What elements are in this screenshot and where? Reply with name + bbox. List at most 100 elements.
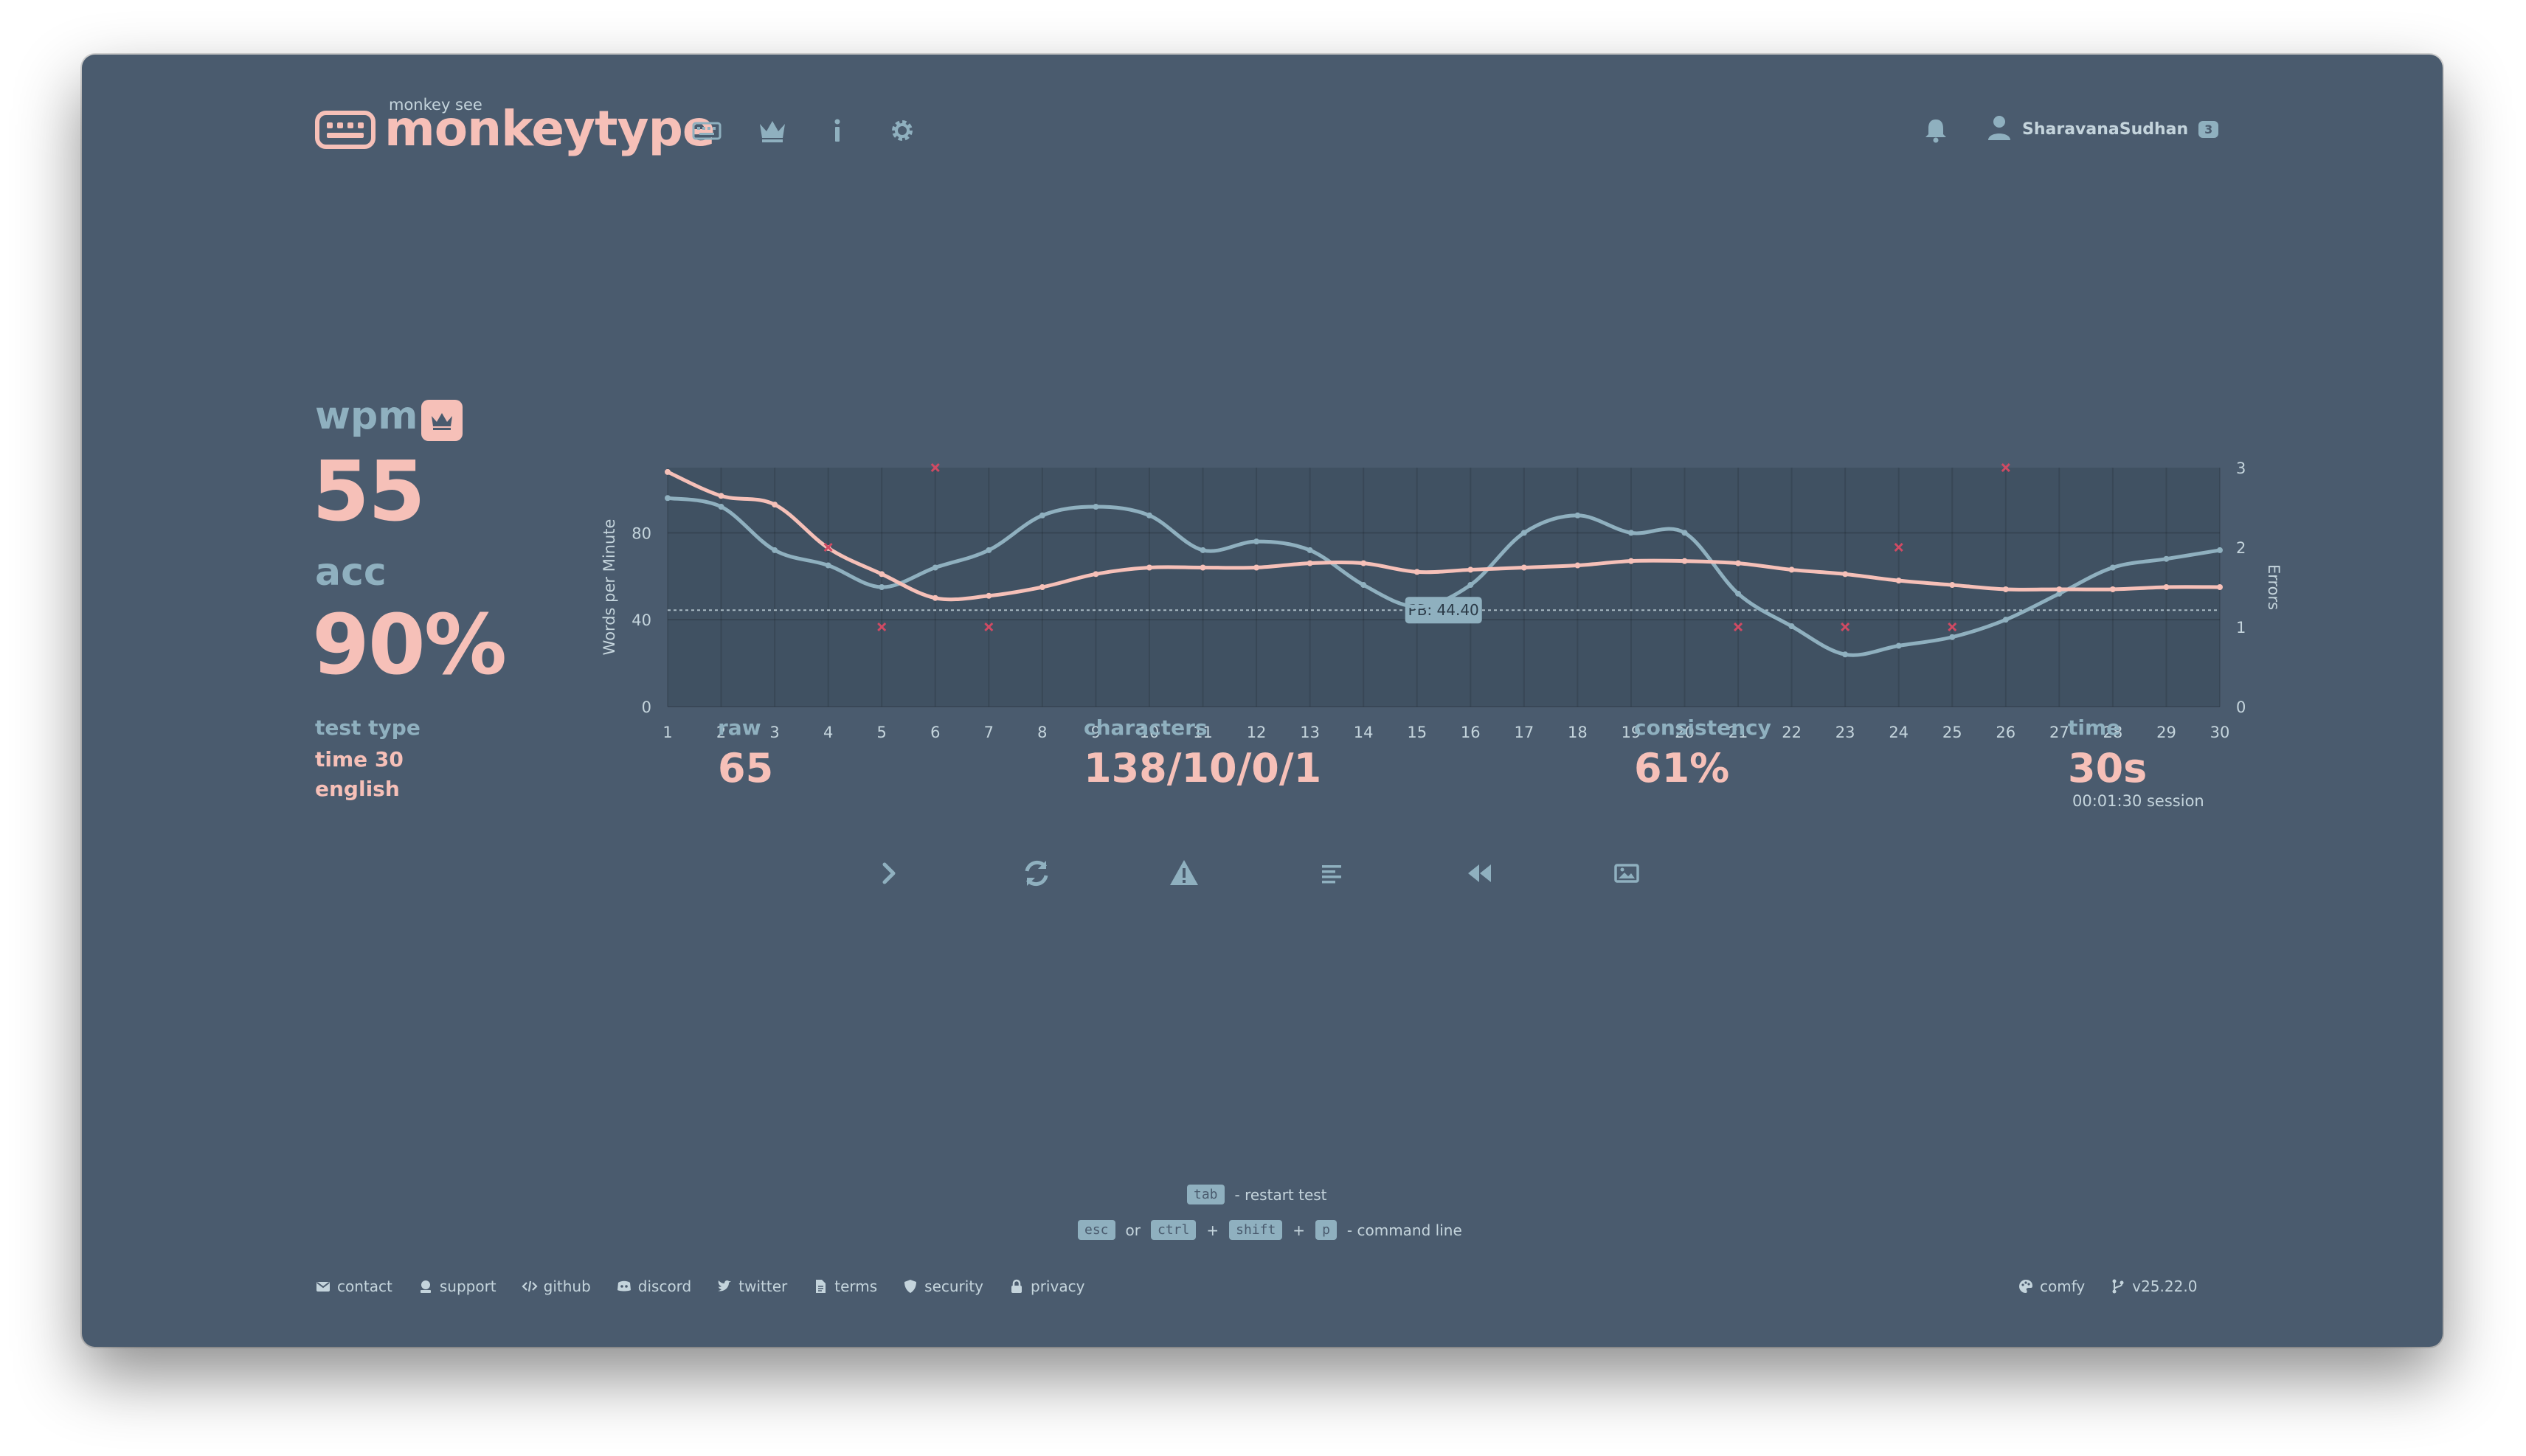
- version-button[interactable]: v25.22.0: [2110, 1278, 2197, 1295]
- series-point: [2002, 586, 2009, 592]
- series-point: [772, 547, 778, 553]
- tab-key: tab: [1187, 1185, 1225, 1204]
- series-point: [2163, 555, 2170, 562]
- logo-title[interactable]: monkeytype: [384, 100, 716, 157]
- series-point: [986, 592, 992, 599]
- footer-discord-link[interactable]: discord: [616, 1278, 691, 1295]
- footer-contact-label: contact: [337, 1278, 392, 1295]
- or-text: or: [1125, 1221, 1141, 1239]
- shift-key: shift: [1229, 1220, 1283, 1240]
- level-badge: 3: [2198, 120, 2219, 138]
- x-tick-label: 15: [1407, 724, 1427, 741]
- raw-value: 65: [718, 745, 774, 791]
- series-point: [2056, 586, 2063, 592]
- notifications-bell-icon[interactable]: [1919, 114, 1953, 148]
- screenshot-icon[interactable]: [1605, 851, 1649, 895]
- series-point: [986, 547, 992, 553]
- series-point: [1520, 530, 1527, 536]
- series-point: [1681, 558, 1688, 564]
- series-point: [718, 493, 724, 499]
- series-point: [1146, 564, 1152, 571]
- replay-icon[interactable]: [1457, 851, 1501, 895]
- y-tick-label: 80: [632, 524, 651, 542]
- acc-label: acc: [315, 550, 387, 594]
- keyboard-icon[interactable]: [690, 114, 724, 148]
- x-tick-label: 27: [2049, 724, 2069, 741]
- x-tick-label: 5: [877, 724, 887, 741]
- consistency-label: consistency: [1634, 715, 1771, 740]
- x-tick-label: 16: [1461, 724, 1481, 741]
- series-point: [1467, 566, 1474, 573]
- y-tick-label: 40: [632, 611, 651, 629]
- series-point: [1949, 634, 1956, 640]
- personal-best-crown-icon: [421, 400, 463, 441]
- file-icon: [816, 1280, 826, 1293]
- footer-privacy-link[interactable]: privacy: [1008, 1278, 1084, 1295]
- footer-discord-label: discord: [637, 1278, 692, 1295]
- series-point: [1574, 562, 1581, 569]
- series-point: [1200, 547, 1206, 553]
- logo-icon[interactable]: [315, 111, 376, 149]
- restart-icon[interactable]: [1014, 851, 1059, 895]
- footer-contact-link[interactable]: contact: [315, 1278, 392, 1295]
- series-point: [1413, 603, 1420, 610]
- x-tick-label: 23: [1835, 724, 1855, 741]
- series-point: [1360, 582, 1367, 589]
- series-point: [1574, 512, 1581, 519]
- next-test-icon[interactable]: [867, 851, 911, 895]
- crown-icon[interactable]: [755, 114, 789, 148]
- series-point: [2109, 564, 2116, 571]
- series-point: [932, 594, 938, 601]
- theme-button[interactable]: comfy: [2018, 1278, 2085, 1295]
- series-point: [2163, 584, 2170, 590]
- x-tick-label: 4: [823, 724, 833, 741]
- x-tick-label: 7: [984, 724, 994, 741]
- report-icon[interactable]: [1162, 851, 1206, 895]
- raw-label: raw: [718, 715, 761, 740]
- command-line-hint: esc or ctrl + shift + p - command line: [1078, 1220, 1462, 1240]
- series-point: [1307, 560, 1313, 566]
- restart-hint-text: - restart test: [1234, 1185, 1327, 1204]
- series-point: [1627, 530, 1634, 536]
- footer-github-link[interactable]: github: [522, 1278, 591, 1295]
- version-label: v25.22.0: [2132, 1278, 2198, 1295]
- series-point: [879, 584, 885, 590]
- footer-support-link[interactable]: support: [418, 1278, 496, 1295]
- x-tick-label: 14: [1354, 724, 1374, 741]
- y2-axis-title: Errors: [2265, 564, 2283, 610]
- restart-hint: tab - restart test: [1187, 1185, 1327, 1204]
- username: SharavanaSudhan: [2022, 119, 2189, 139]
- footer-security-link[interactable]: security: [902, 1278, 983, 1295]
- x-tick-label: 18: [1568, 724, 1588, 741]
- series-point: [1467, 582, 1474, 589]
- series-point: [1735, 590, 1742, 597]
- x-tick-label: 1: [662, 724, 672, 741]
- series-point: [1895, 578, 1902, 584]
- series-point: [1627, 558, 1634, 564]
- x-tick-label: 12: [1247, 724, 1267, 741]
- footer-terms-link[interactable]: terms: [812, 1278, 877, 1295]
- characters-value: 138/10/0/1: [1084, 745, 1322, 791]
- footer-twitter-link[interactable]: twitter: [716, 1278, 787, 1295]
- info-icon[interactable]: [820, 114, 854, 148]
- words-history-icon[interactable]: [1309, 851, 1354, 895]
- footer-twitter-label: twitter: [738, 1278, 788, 1295]
- footer-support-label: support: [439, 1278, 496, 1295]
- donate-icon: [420, 1280, 431, 1293]
- series-point: [1200, 564, 1206, 571]
- characters-label: characters: [1084, 715, 1208, 740]
- time-value: 30s: [2068, 745, 2148, 791]
- palette-icon: [2019, 1280, 2032, 1293]
- footer-right: comfy v25.22.0: [2018, 1278, 2197, 1295]
- pb-label: PB: 44.40: [1408, 601, 1479, 619]
- x-tick-label: 6: [930, 724, 940, 741]
- wpm-value: 55: [312, 444, 426, 540]
- series-point: [1093, 571, 1099, 578]
- footer-github-label: github: [543, 1278, 591, 1295]
- settings-icon[interactable]: [885, 114, 919, 148]
- session-time: 00:01:30 session: [2072, 792, 2204, 810]
- account-button[interactable]: SharavanaSudhan 3: [1987, 112, 2219, 146]
- x-tick-label: 3: [769, 724, 779, 741]
- y2-tick-label: 1: [2236, 619, 2246, 637]
- discord-icon: [617, 1280, 631, 1292]
